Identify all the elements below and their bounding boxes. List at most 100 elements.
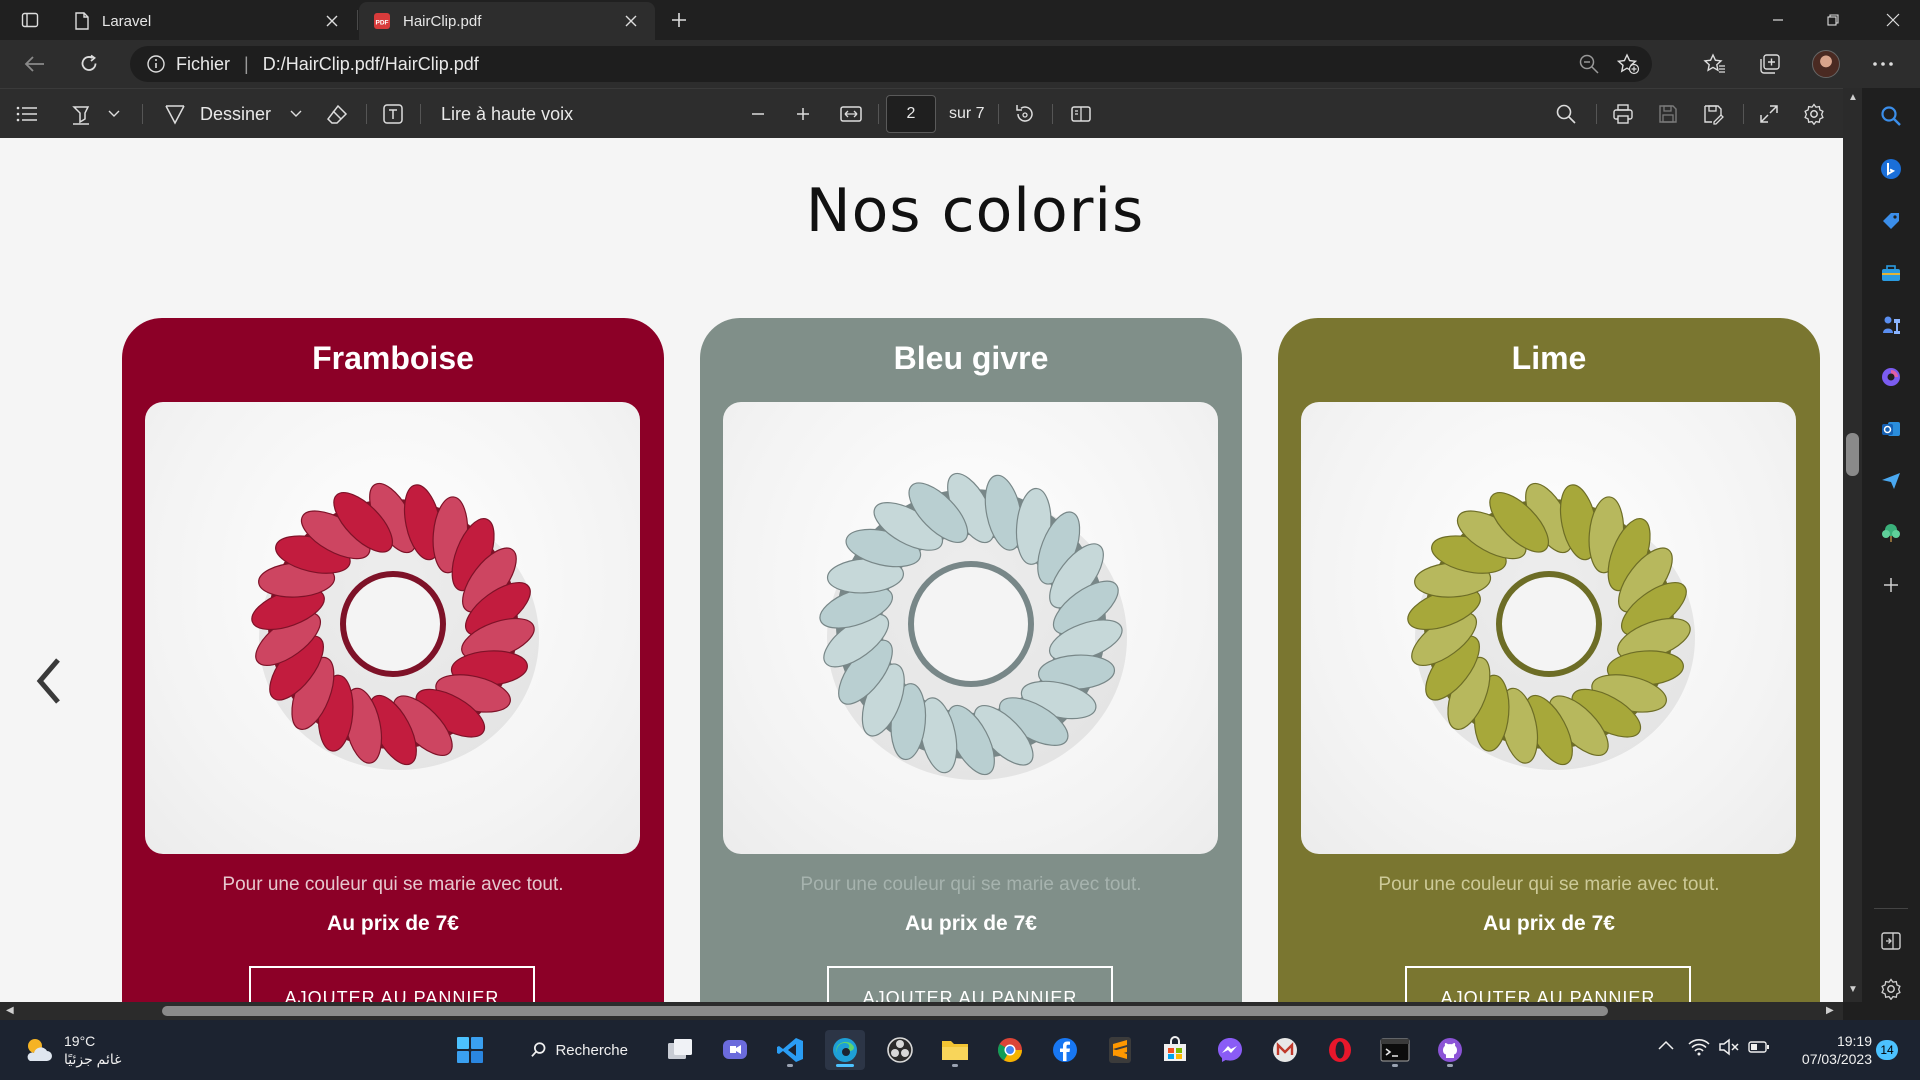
tab-close-button[interactable] [322, 11, 342, 31]
hair-clip-ring-icon [1407, 482, 1695, 770]
highlight-button[interactable] [70, 89, 92, 139]
add-favorite-icon[interactable] [1616, 53, 1640, 75]
new-tab-button[interactable] [664, 6, 694, 34]
sidebar-add-button[interactable] [1876, 570, 1906, 600]
taskbar-search[interactable]: Recherche [522, 1034, 628, 1066]
sidebar-games-button[interactable] [1876, 310, 1906, 340]
chevron-left-icon[interactable] [32, 656, 66, 706]
url-text[interactable]: D:/HairClip.pdf/HairClip.pdf [263, 54, 479, 75]
fullscreen-button[interactable] [1758, 89, 1780, 139]
obs-button[interactable] [880, 1030, 920, 1070]
zoom-out-button[interactable] [750, 89, 766, 139]
contents-button[interactable] [16, 89, 38, 139]
product-card-lime: Lime Pour une couleur qui se marie avec … [1278, 318, 1820, 1002]
pdf-settings-button[interactable] [1803, 89, 1825, 139]
sidebar-outlook-button[interactable] [1876, 414, 1906, 444]
add-to-cart-button[interactable]: AJOUTER AU PANNIER [1405, 966, 1691, 1002]
zoom-out-icon[interactable] [1578, 53, 1600, 75]
settings-more-button[interactable] [1868, 50, 1898, 78]
add-to-cart-button[interactable]: AJOUTER AU PANNIER [249, 966, 535, 1002]
profile-button[interactable] [1811, 50, 1841, 78]
start-button[interactable] [450, 1030, 490, 1070]
favorites-button[interactable] [1700, 50, 1730, 78]
wifi-icon[interactable] [1688, 1038, 1710, 1056]
sidebar-tree-button[interactable] [1876, 518, 1906, 548]
back-button[interactable] [18, 48, 52, 80]
facebook-button[interactable] [1045, 1030, 1085, 1070]
bing-icon [1881, 159, 1901, 179]
rotate-button[interactable] [1014, 89, 1036, 139]
battery-icon[interactable] [1748, 1040, 1770, 1054]
restore-button[interactable] [1805, 0, 1860, 40]
url-field[interactable]: Fichier | D:/HairClip.pdf/HairClip.pdf [130, 46, 1652, 82]
collections-icon [1760, 54, 1780, 74]
vertical-scroll-thumb[interactable] [1846, 433, 1859, 476]
page-number-box[interactable] [886, 89, 936, 139]
notification-badge[interactable]: 14 [1876, 1040, 1898, 1060]
page-number-input[interactable] [886, 95, 936, 133]
fit-width-button[interactable] [839, 89, 863, 139]
print-button[interactable] [1612, 89, 1634, 139]
search-pdf-button[interactable] [1555, 89, 1577, 139]
panel-collapse-icon [1881, 932, 1901, 950]
edge-button[interactable] [825, 1030, 865, 1070]
add-to-cart-button[interactable]: AJOUTER AU PANNIER [827, 966, 1113, 1002]
draw-dropdown[interactable] [290, 89, 302, 139]
hide-sidebar-button[interactable] [1876, 926, 1906, 956]
add-text-button[interactable] [382, 89, 404, 139]
sidebar-bing-button[interactable] [1876, 154, 1906, 184]
sidebar-tools-button[interactable] [1876, 258, 1906, 288]
scroll-up-icon[interactable]: ▲ [1848, 92, 1858, 103]
hair-clip-ring-icon [251, 482, 539, 770]
tab-actions-button[interactable] [12, 6, 48, 34]
sidebar-send-button[interactable] [1876, 466, 1906, 496]
ms-store-button[interactable] [1155, 1030, 1195, 1070]
sidebar-office-button[interactable] [1876, 362, 1906, 392]
toolbar-divider [878, 104, 879, 124]
tab-close-button[interactable] [621, 11, 641, 31]
horizontal-scroll-thumb[interactable] [162, 1006, 1608, 1016]
save-as-button[interactable] [1702, 89, 1724, 139]
list-icon [16, 106, 37, 122]
save-button[interactable] [1657, 89, 1679, 139]
weather-widget[interactable]: 19°C غائم جزئيًا [22, 1032, 121, 1068]
close-window-button[interactable] [1865, 0, 1920, 40]
volume-muted-icon[interactable] [1718, 1038, 1740, 1056]
scroll-left-icon[interactable]: ◀ [6, 1005, 14, 1016]
tab-hairclip[interactable]: PDF HairClip.pdf [359, 2, 655, 40]
read-aloud-button[interactable]: Lire à haute voix [441, 89, 573, 139]
info-icon[interactable] [146, 54, 166, 74]
minimize-button[interactable] [1750, 0, 1805, 40]
file-explorer-button[interactable] [935, 1030, 975, 1070]
collections-button[interactable] [1755, 50, 1785, 78]
task-view-button[interactable] [660, 1030, 700, 1070]
opera-button[interactable] [1320, 1030, 1360, 1070]
vertical-scrollbar[interactable] [1843, 88, 1862, 1002]
github-desktop-button[interactable] [1430, 1030, 1470, 1070]
sublime-text-button[interactable] [1100, 1030, 1140, 1070]
weather-temp: 19°C [64, 1033, 96, 1049]
scroll-right-icon[interactable]: ▶ [1826, 1005, 1834, 1016]
scroll-down-icon[interactable]: ▼ [1848, 984, 1858, 995]
product-image [145, 402, 640, 854]
tab-laravel[interactable]: Laravel [60, 2, 356, 40]
page-view-button[interactable] [1070, 89, 1092, 139]
clock[interactable]: 19:19 07/03/2023 [1782, 1032, 1872, 1068]
sidebar-search-button[interactable] [1876, 101, 1906, 131]
sidebar-settings-button[interactable] [1876, 974, 1906, 1004]
mega-app-button[interactable] [1265, 1030, 1305, 1070]
vscode-button[interactable] [770, 1030, 810, 1070]
sidebar-shopping-button[interactable] [1876, 206, 1906, 236]
messenger-button[interactable] [1210, 1030, 1250, 1070]
show-hidden-icons-button[interactable] [1658, 1040, 1674, 1050]
draw-button[interactable]: Dessiner [164, 89, 271, 139]
close-icon [1886, 13, 1899, 27]
terminal-button[interactable] [1375, 1030, 1415, 1070]
erase-button[interactable] [326, 89, 348, 139]
highlight-dropdown[interactable] [108, 89, 120, 139]
refresh-button[interactable] [72, 48, 106, 80]
teams-chat-button[interactable] [715, 1030, 755, 1070]
pdf-document-view[interactable]: Nos coloris Framboise Pour une couleur q… [0, 138, 1843, 1002]
zoom-in-button[interactable] [795, 89, 811, 139]
chrome-button[interactable] [990, 1030, 1030, 1070]
